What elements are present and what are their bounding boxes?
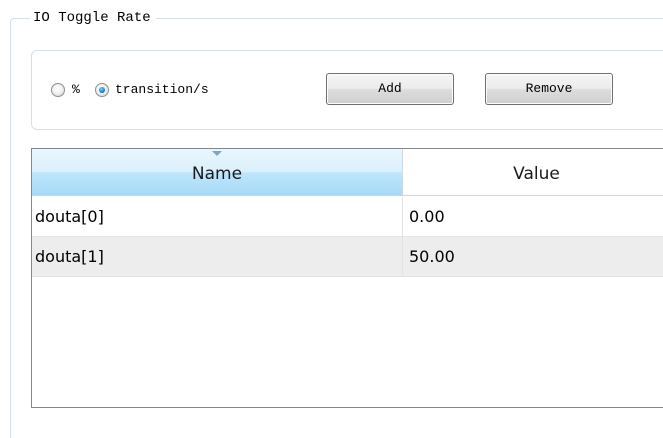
cell-name: douta[1] bbox=[32, 237, 403, 276]
transition-per-second-radio-label[interactable]: transition/s bbox=[115, 82, 209, 98]
column-header-name[interactable]: Name bbox=[32, 149, 403, 196]
table-row[interactable]: douta[1] 50.00 bbox=[32, 237, 663, 277]
table-row[interactable]: douta[0] 0.00 bbox=[32, 197, 663, 237]
cell-value[interactable]: 0.00 bbox=[403, 197, 663, 236]
column-header-value-label: Value bbox=[513, 164, 560, 184]
table-header: Name Value bbox=[32, 149, 663, 197]
column-header-name-label: Name bbox=[191, 164, 243, 184]
percent-radio[interactable] bbox=[51, 83, 65, 97]
groupbox-title: IO Toggle Rate bbox=[30, 8, 156, 28]
radio-selected-dot bbox=[99, 87, 105, 93]
transition-per-second-radio[interactable] bbox=[95, 83, 109, 97]
percent-radio-label[interactable]: % bbox=[72, 82, 80, 98]
rate-unit-options-panel: % transition/s Add Remove bbox=[31, 50, 663, 130]
add-button[interactable]: Add bbox=[326, 73, 454, 105]
sort-indicator-icon bbox=[212, 151, 222, 156]
column-header-value[interactable]: Value bbox=[403, 149, 663, 196]
table-empty-area bbox=[32, 317, 663, 407]
remove-button[interactable]: Remove bbox=[485, 73, 613, 105]
toggle-rate-table: Name Value douta[0] 0.00 douta[1] 50.00 bbox=[31, 148, 663, 408]
cell-value[interactable]: 50.00 bbox=[403, 237, 663, 276]
cell-name: douta[0] bbox=[32, 197, 403, 236]
